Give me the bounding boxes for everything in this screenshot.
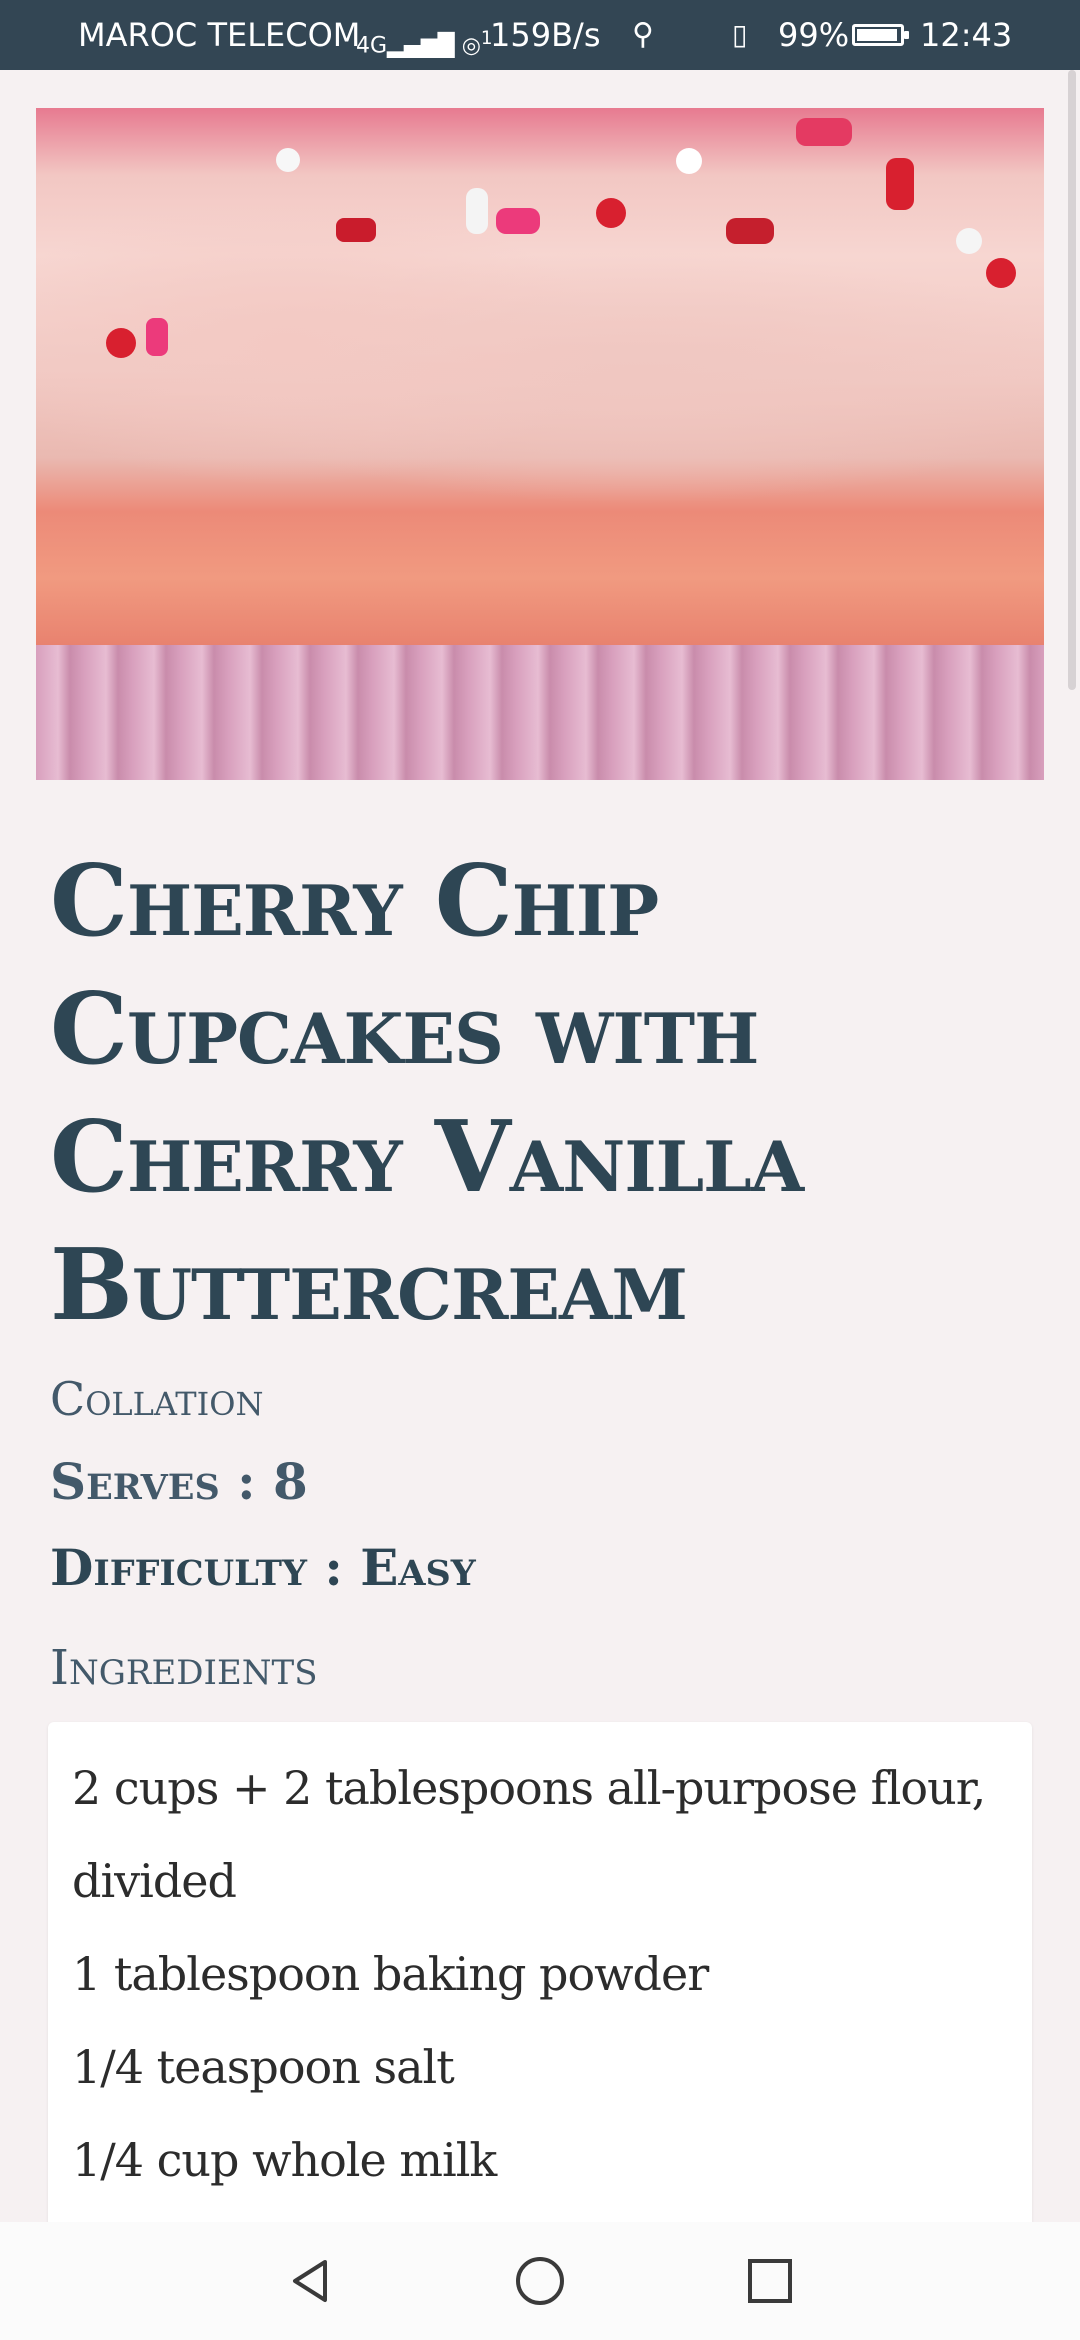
- ingredient-item: 1/4 cup whole milk: [72, 2133, 497, 2187]
- home-icon: [516, 2257, 564, 2305]
- carrier-name: MAROC TELECOM: [78, 16, 361, 54]
- sprinkle: [726, 218, 774, 244]
- sprinkle: [496, 208, 540, 234]
- network-speed: 159B/s: [490, 16, 601, 54]
- sprinkle: [596, 198, 626, 228]
- sprinkle: [986, 258, 1016, 288]
- signal-icon: 4G▂▄▆█ ◎1: [356, 28, 493, 59]
- sprinkle: [276, 148, 300, 172]
- ingredients-card: 2 cups + 2 tablespoons all-purpose flour…: [48, 1722, 1032, 2242]
- recipe-difficulty: Difficulty : Easy: [50, 1538, 476, 1597]
- sprinkle: [796, 118, 852, 146]
- navigation-bar: [0, 2222, 1080, 2340]
- recipe-title: Cherry Chip Cupcakes with Cherry Vanilla…: [50, 844, 804, 1343]
- sprinkle: [106, 328, 136, 358]
- back-button[interactable]: [250, 2222, 370, 2340]
- home-button[interactable]: [480, 2222, 600, 2340]
- back-icon: [293, 2260, 327, 2302]
- sprinkle: [676, 148, 702, 174]
- ingredient-item: 1 tablespoon baking powder: [72, 1947, 709, 2001]
- recipe-image: [36, 108, 1044, 780]
- recents-button[interactable]: [710, 2222, 830, 2340]
- sprinkle: [466, 188, 488, 234]
- network-type-label: 4G: [356, 33, 388, 59]
- usb-icon: ⚲: [632, 17, 654, 52]
- battery-icon: [852, 24, 909, 46]
- sprinkle: [146, 318, 168, 356]
- ingredients-list: 2 cups + 2 tablespoons all-purpose flour…: [48, 1722, 1032, 2207]
- sprinkle: [956, 228, 982, 254]
- status-bar: MAROC TELECOM 4G▂▄▆█ ◎1 159B/s ⚲ ▯ 99% 1…: [0, 0, 1080, 70]
- ingredient-item: 2 cups + 2 tablespoons all-purpose flour…: [72, 1761, 986, 1908]
- cupcake-liner: [36, 645, 1044, 780]
- vibrate-icon: ▯: [732, 18, 748, 51]
- recipe-serves: Serves : 8: [50, 1452, 308, 1511]
- ingredient-item: 1/4 teaspoon salt: [72, 2040, 455, 2094]
- scrollbar[interactable]: [1068, 70, 1076, 690]
- clock: 12:43: [920, 16, 1013, 54]
- sprinkle: [336, 218, 376, 242]
- ingredients-heading: Ingredients: [50, 1640, 318, 1696]
- battery-percent: 99%: [778, 16, 850, 54]
- recents-icon: [748, 2259, 792, 2303]
- sprinkle: [886, 158, 914, 210]
- recipe-category: Collation: [50, 1372, 264, 1426]
